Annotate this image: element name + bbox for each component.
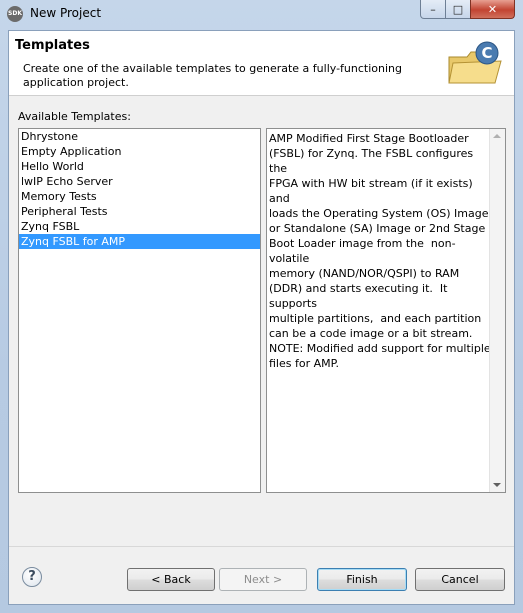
page-description: Create one of the available templates to… <box>23 62 402 89</box>
new-c-project-icon: C <box>448 41 502 84</box>
list-item[interactable]: Hello World <box>19 159 260 174</box>
footer-divider <box>9 546 514 547</box>
scroll-up-icon[interactable] <box>493 134 501 138</box>
description-scrollbar[interactable] <box>489 129 505 492</box>
close-button[interactable]: ✕ <box>470 0 515 19</box>
templates-list[interactable]: Dhrystone Empty Application Hello World … <box>18 128 261 493</box>
title-bar[interactable]: SDK New Project – □ ✕ <box>0 0 523 30</box>
window-frame: SDK New Project – □ ✕ Templates Create o… <box>0 0 523 613</box>
page-title: Templates <box>15 38 90 53</box>
template-description-text: AMP Modified First Stage Bootloader (FSB… <box>269 132 491 370</box>
cancel-button[interactable]: Cancel <box>415 568 505 591</box>
list-item[interactable]: Memory Tests <box>19 189 260 204</box>
sdk-app-icon: SDK <box>7 6 23 22</box>
list-item[interactable]: Dhrystone <box>19 129 260 144</box>
list-item[interactable]: Empty Application <box>19 144 260 159</box>
close-icon: ✕ <box>487 2 498 16</box>
list-item[interactable]: lwIP Echo Server <box>19 174 260 189</box>
maximize-button[interactable]: □ <box>445 0 471 19</box>
finish-button[interactable]: Finish <box>317 568 407 591</box>
next-button[interactable]: Next > <box>219 568 307 591</box>
available-templates-label: Available Templates: <box>18 110 131 123</box>
wizard-header: Templates Create one of the available te… <box>9 31 514 96</box>
back-button[interactable]: < Back <box>127 568 215 591</box>
scroll-down-icon[interactable] <box>493 483 501 487</box>
minimize-button[interactable]: – <box>420 0 446 19</box>
list-item[interactable]: Zynq FSBL <box>19 219 260 234</box>
help-button[interactable]: ? <box>22 567 42 587</box>
svg-text:C: C <box>481 44 492 62</box>
template-description-panel: AMP Modified First Stage Bootloader (FSB… <box>266 128 506 493</box>
list-item[interactable]: Peripheral Tests <box>19 204 260 219</box>
list-item-selected[interactable]: Zynq FSBL for AMP <box>19 234 260 249</box>
dialog-body: Templates Create one of the available te… <box>8 30 515 605</box>
minimize-icon: – <box>430 2 436 16</box>
maximize-icon: □ <box>452 2 464 16</box>
window-title: New Project <box>30 6 102 20</box>
